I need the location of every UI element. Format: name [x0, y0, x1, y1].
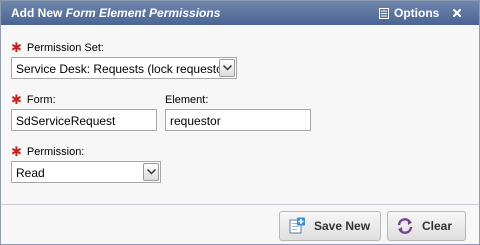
permission-set-label-text: Permission Set:	[26, 42, 104, 54]
required-marker: ✱	[11, 40, 22, 55]
element-input[interactable]: requestor	[165, 109, 311, 131]
permission-select[interactable]: Read	[11, 161, 161, 183]
save-new-button[interactable]: Save New	[279, 211, 381, 241]
permission-value: Read	[16, 166, 45, 180]
permission-set-dropdown-arrow[interactable]	[219, 59, 235, 77]
element-value: requestor	[170, 114, 221, 128]
options-icon	[379, 7, 389, 19]
permission-set-label: ✱ Permission Set:	[11, 41, 104, 55]
close-icon	[453, 9, 461, 17]
form-element-permissions-dialog: Add New Form Element Permissions Options…	[0, 0, 480, 245]
form-label-text: Form:	[26, 94, 56, 106]
clear-label: Clear	[422, 219, 453, 233]
clear-button[interactable]: Clear	[387, 211, 466, 241]
dialog-title-italic: Form Element Permissions	[65, 6, 221, 20]
required-marker: ✱	[11, 144, 22, 159]
save-new-label: Save New	[314, 219, 371, 233]
permission-label-text: Permission:	[26, 146, 85, 158]
permission-set-select[interactable]: Service Desk: Requests (lock requestor)	[11, 57, 237, 79]
chevron-down-icon	[146, 169, 156, 175]
refresh-icon	[396, 217, 414, 235]
options-menu-button[interactable]: Options	[379, 5, 439, 21]
form-input[interactable]: SdServiceRequest	[11, 109, 157, 131]
required-marker: ✱	[11, 92, 22, 107]
element-label: Element:	[165, 93, 208, 107]
dialog-title: Add New Form Element Permissions	[11, 6, 220, 20]
dialog-title-prefix: Add New	[11, 6, 66, 20]
dialog-titlebar: Add New Form Element Permissions Options	[1, 1, 479, 25]
chevron-down-icon	[222, 65, 232, 71]
permission-label: ✱ Permission:	[11, 145, 84, 159]
footer-divider	[1, 204, 479, 205]
form-value: SdServiceRequest	[16, 114, 116, 128]
close-button[interactable]	[450, 5, 464, 21]
add-document-icon	[288, 217, 306, 235]
options-label: Options	[394, 6, 440, 20]
permission-dropdown-arrow[interactable]	[143, 163, 159, 181]
form-label: ✱ Form:	[11, 93, 56, 107]
permission-set-value: Service Desk: Requests (lock requestor)	[16, 62, 231, 76]
element-label-text: Element:	[165, 94, 209, 106]
